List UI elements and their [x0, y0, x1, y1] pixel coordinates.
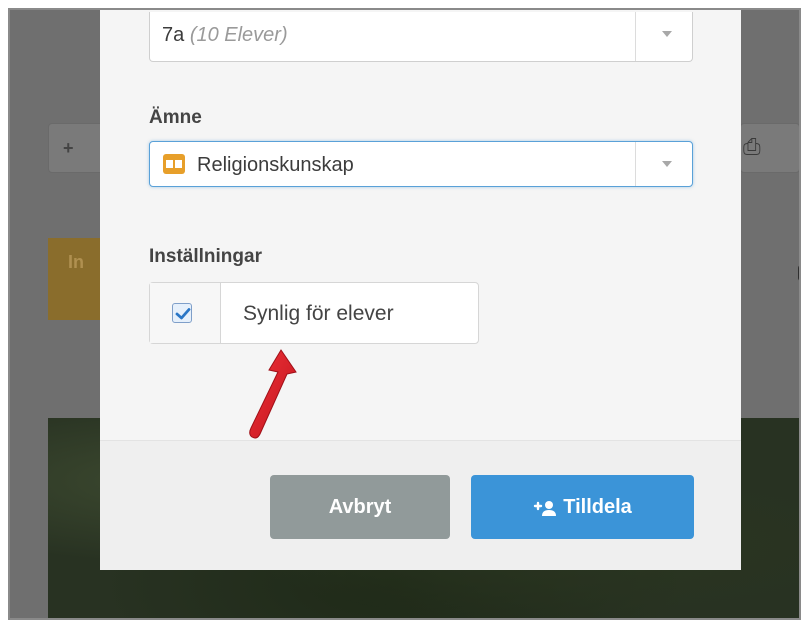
chevron-down-icon[interactable]: [662, 161, 672, 167]
background-assign-button: +: [48, 123, 108, 173]
assign-button-label: Tilldela: [563, 496, 632, 518]
visible-for-students-option[interactable]: Synlig för elever: [149, 282, 479, 344]
select-divider: [635, 12, 636, 61]
visible-checkbox-label: Synlig för elever: [243, 302, 394, 325]
chevron-down-icon[interactable]: [662, 31, 672, 37]
add-user-icon: [534, 500, 557, 516]
red-arrow-annotation-icon: [249, 349, 297, 439]
book-icon: [163, 154, 185, 174]
class-select-value: 7a (10 Elever): [162, 24, 288, 46]
checkmark-icon: [175, 308, 191, 320]
class-select[interactable]: 7a (10 Elever): [149, 12, 693, 62]
visible-checkbox[interactable]: [172, 303, 192, 323]
assign-button[interactable]: Tilldela: [471, 475, 694, 539]
assign-modal: 7a (10 Elever) Ämne Religionskunskap Ins…: [100, 10, 741, 570]
subject-select[interactable]: Religionskunskap: [149, 141, 693, 187]
subject-select-value: Religionskunskap: [197, 154, 354, 176]
settings-label: Inställningar: [149, 246, 262, 267]
subject-label: Ämne: [149, 107, 202, 128]
checkbox-cell[interactable]: [150, 283, 221, 343]
select-divider: [635, 142, 636, 186]
background-print-icon: ⎙: [740, 123, 799, 173]
background-tab: In: [48, 238, 108, 320]
screenshot-frame: + ⎙ In 7a (10 Elever) Ämne Religionskuns…: [8, 8, 801, 620]
cancel-button[interactable]: Avbryt: [270, 475, 450, 539]
